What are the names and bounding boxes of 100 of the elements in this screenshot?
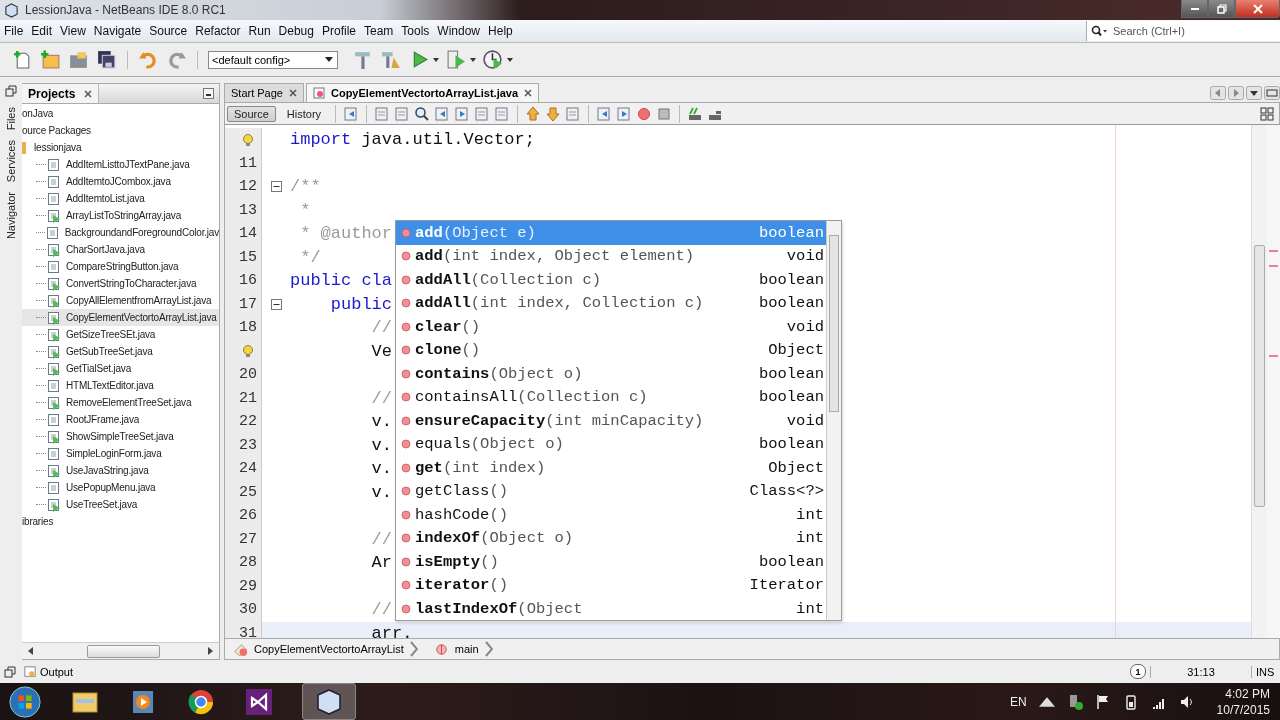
completion-item[interactable]: addAll(Collection c) boolean bbox=[396, 268, 826, 292]
restore-button[interactable] bbox=[1208, 0, 1235, 18]
dropdown-icon[interactable] bbox=[1246, 85, 1262, 100]
tree-item[interactable]: onJava bbox=[22, 105, 219, 122]
tree-item[interactable]: CopyElementVectortoArrayList.java bbox=[22, 309, 219, 326]
close-icon[interactable] bbox=[289, 89, 297, 97]
completion-item[interactable]: clear() void bbox=[396, 315, 826, 339]
close-icon[interactable] bbox=[524, 89, 533, 97]
completion-item[interactable]: clone() Object bbox=[396, 338, 826, 362]
close-button[interactable] bbox=[1235, 0, 1280, 18]
tree-item[interactable]: RootJFrame.java bbox=[22, 411, 219, 428]
side-tab[interactable]: Services bbox=[5, 140, 17, 183]
menu-item[interactable]: Source bbox=[145, 24, 192, 38]
restore-window-icon[interactable] bbox=[4, 665, 16, 678]
completion-item[interactable]: add(int index, Object element) void bbox=[396, 244, 826, 268]
tree-item[interactable]: GetSizeTreeSEt.java bbox=[22, 326, 219, 343]
hammer-broom-icon[interactable] bbox=[381, 49, 402, 70]
tree-item[interactable]: BackgroundandForegroundColor.jav bbox=[22, 224, 219, 241]
breadcrumb-item[interactable]: main bbox=[454, 643, 479, 655]
tree-item[interactable]: RemoveElementTreeSet.java bbox=[22, 394, 219, 411]
menu-item[interactable]: Debug bbox=[274, 24, 318, 38]
menu-item[interactable]: Help bbox=[484, 24, 517, 38]
caret-icon[interactable] bbox=[470, 57, 476, 62]
tree-item[interactable]: GetTialSet.java bbox=[22, 360, 219, 377]
view-toggle[interactable]: History bbox=[279, 105, 329, 122]
tree-item[interactable]: GetSubTreeSet.java bbox=[22, 343, 219, 360]
completion-item[interactable]: hashCode() int bbox=[396, 503, 826, 527]
tree-item[interactable]: ibraries bbox=[22, 513, 219, 530]
tree-item[interactable]: AddItemListtoJTextPane.java bbox=[22, 156, 219, 173]
stop-icon[interactable] bbox=[656, 105, 673, 122]
tree-item[interactable]: CompareStringButton.java bbox=[22, 258, 219, 275]
scroll-left-icon[interactable] bbox=[28, 647, 33, 655]
side-tab[interactable]: Files bbox=[5, 107, 17, 131]
tree-item[interactable]: AddItemtoList.java bbox=[22, 190, 219, 207]
minimize-icon[interactable] bbox=[203, 88, 214, 99]
menu-item[interactable]: Navigate bbox=[89, 24, 146, 38]
completion-item[interactable]: isEmpty() boolean bbox=[396, 550, 826, 574]
tree-item[interactable]: ArrayListToStringArray.java bbox=[22, 207, 219, 224]
lightbulb-icon[interactable] bbox=[241, 132, 255, 147]
tab-left-icon[interactable] bbox=[1210, 85, 1226, 100]
flag-icon[interactable] bbox=[1094, 693, 1111, 710]
caret-icon[interactable] bbox=[433, 57, 439, 62]
shift-left-icon[interactable] bbox=[596, 105, 613, 122]
restore-window-icon[interactable] bbox=[5, 85, 17, 97]
completion-item[interactable]: iterator() Iterator bbox=[396, 573, 826, 597]
tree-item[interactable]: UsePopupMenu.java bbox=[22, 479, 219, 496]
completion-item[interactable]: equals(Object o) boolean bbox=[396, 432, 826, 456]
view-toggle[interactable]: Source bbox=[227, 105, 276, 122]
scroll-thumb[interactable] bbox=[87, 644, 160, 658]
tree-item[interactable]: ource Packages bbox=[22, 122, 219, 139]
menu-item[interactable]: Refactor bbox=[191, 24, 245, 38]
tree-item[interactable]: CharSortJava.java bbox=[22, 241, 219, 258]
scroll-thumb[interactable] bbox=[829, 235, 839, 412]
minimize-button[interactable] bbox=[1181, 0, 1208, 18]
editor-tab[interactable]: Start Page bbox=[224, 83, 304, 102]
collapse-icon[interactable] bbox=[270, 181, 282, 193]
search-input[interactable]: Search (Ctrl+I) bbox=[1113, 22, 1273, 40]
record-icon[interactable] bbox=[636, 105, 653, 122]
completion-item[interactable]: get(int index) Object bbox=[396, 456, 826, 480]
editor-tab[interactable]: CopyElementVectortoArrayList.java bbox=[306, 83, 540, 102]
grid-icon[interactable] bbox=[1259, 105, 1275, 122]
menu-item[interactable]: File bbox=[0, 24, 28, 38]
completion-item[interactable]: containsAll(Collection c) boolean bbox=[396, 385, 826, 409]
completion-item[interactable]: contains(Object o) boolean bbox=[396, 362, 826, 386]
collapse-icon[interactable] bbox=[270, 298, 282, 310]
tree-item[interactable]: UseTreeSet.java bbox=[22, 496, 219, 513]
ide-icon[interactable] bbox=[244, 686, 274, 717]
chevron-icon[interactable] bbox=[484, 641, 493, 657]
menu-item[interactable]: Team bbox=[360, 24, 398, 38]
side-tab[interactable]: Navigator bbox=[5, 192, 17, 240]
menu-item[interactable]: Window bbox=[433, 24, 485, 38]
output-tab[interactable]: Output bbox=[24, 665, 74, 678]
chevron-icon[interactable] bbox=[409, 641, 418, 657]
find-prev-icon[interactable] bbox=[434, 105, 451, 122]
menu-item[interactable]: View bbox=[56, 24, 90, 38]
menu-item[interactable]: Run bbox=[244, 24, 275, 38]
completion-item[interactable]: getClass() Class<?> bbox=[396, 479, 826, 503]
arrow-down-icon[interactable] bbox=[545, 105, 562, 122]
menu-item[interactable]: Edit bbox=[27, 24, 57, 38]
caret-icon[interactable] bbox=[507, 57, 513, 62]
tree-item[interactable]: SimpleLoginForm.java bbox=[22, 445, 219, 462]
completion-item[interactable]: addAll(int index, Collection c) boolean bbox=[396, 291, 826, 315]
search-field[interactable]: Search (Ctrl+I) bbox=[1086, 21, 1280, 41]
taskbar-item[interactable] bbox=[302, 683, 356, 720]
scrollbar[interactable] bbox=[1251, 125, 1267, 638]
tree-item[interactable]: ConvertStringToCharacter.java bbox=[22, 275, 219, 292]
completion-item[interactable]: ensureCapacity(int minCapacity) void bbox=[396, 409, 826, 433]
back-icon[interactable] bbox=[343, 105, 360, 122]
language-indicator[interactable]: EN bbox=[1009, 694, 1027, 709]
scrollbar[interactable] bbox=[826, 221, 841, 620]
menu-item[interactable]: Profile bbox=[318, 24, 360, 38]
breadcrumb-item[interactable]: CopyElementVectortoArrayList bbox=[254, 643, 404, 655]
scroll-right-icon[interactable] bbox=[208, 647, 213, 655]
tree-item[interactable]: ShowSimpleTreeSet.java bbox=[22, 428, 219, 445]
start-button[interactable] bbox=[8, 684, 42, 719]
clock[interactable]: 4:02 PM 10/7/2015 bbox=[1216, 685, 1270, 718]
comment-icon[interactable] bbox=[687, 105, 704, 122]
save-all-icon[interactable] bbox=[96, 49, 117, 70]
search-icon[interactable] bbox=[1091, 25, 1109, 37]
completion-item[interactable]: lastIndexOf(Object int bbox=[396, 597, 826, 621]
